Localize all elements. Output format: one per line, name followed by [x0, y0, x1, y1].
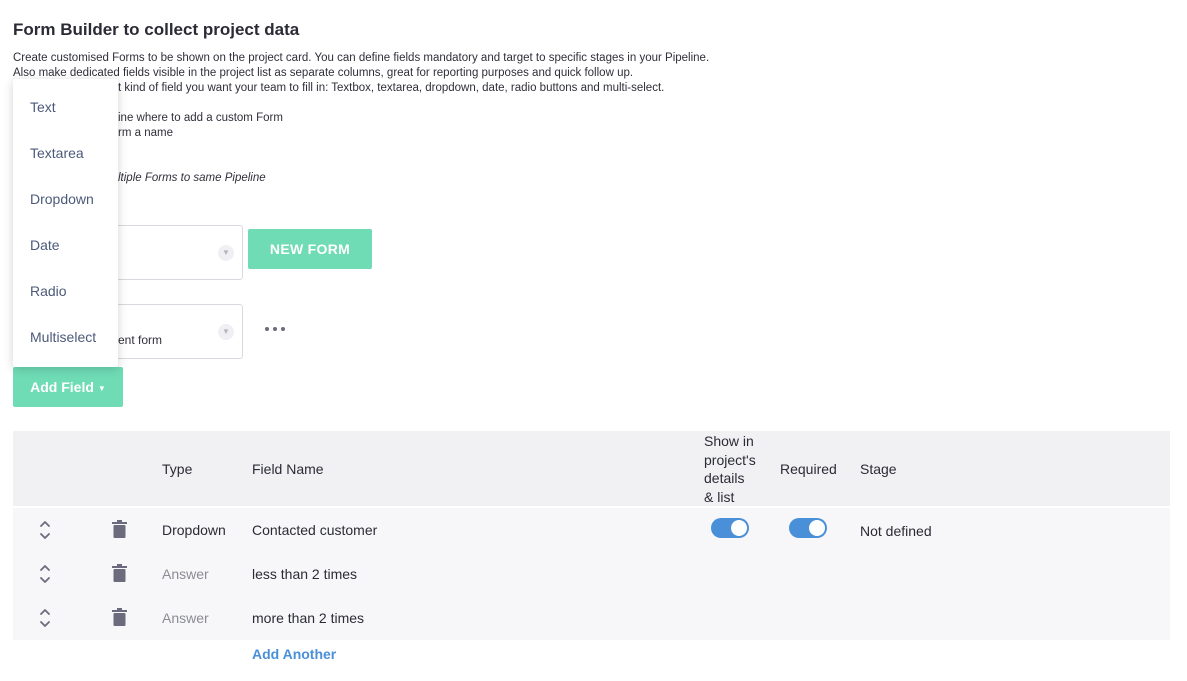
description-line: t kind of field you want your team to fi…: [118, 82, 665, 94]
trash-icon[interactable]: [112, 564, 127, 582]
more-options-icon[interactable]: [265, 322, 285, 336]
row-type: Dropdown: [162, 522, 226, 538]
row-field-name: Contacted customer: [252, 522, 378, 538]
trash-icon[interactable]: [112, 520, 127, 538]
column-header-type: Type: [162, 461, 193, 477]
row-stage: Not defined: [860, 523, 932, 539]
chevron-down-icon: ▼: [218, 245, 234, 261]
description-line: Create customised Forms to be shown on t…: [13, 52, 710, 64]
caret-down-icon: ▼: [97, 383, 106, 393]
add-field-label: Add Field: [30, 379, 94, 395]
add-another-link[interactable]: Add Another: [252, 646, 336, 662]
field-type-menu: Text Textarea Dropdown Date Radio Multis…: [13, 79, 118, 367]
row-type: Answer: [162, 566, 209, 582]
menu-item-multiselect[interactable]: Multiselect: [30, 329, 96, 345]
menu-item-dropdown[interactable]: Dropdown: [30, 191, 94, 207]
header-line: Show in: [704, 433, 754, 449]
description-line: rm a name: [118, 127, 173, 139]
row-field-name: more than 2 times: [252, 610, 365, 626]
column-header-stage: Stage: [860, 461, 897, 477]
menu-item-text[interactable]: Text: [30, 99, 56, 115]
menu-item-radio[interactable]: Radio: [30, 283, 67, 299]
header-line: project's: [704, 451, 756, 468]
row-field-name: less than 2 times: [252, 566, 358, 582]
header-line: & list: [704, 488, 735, 505]
description-line: Also make dedicated fields visible in th…: [13, 67, 634, 79]
description-note: ltiple Forms to same Pipeline: [118, 172, 266, 184]
trash-icon[interactable]: [112, 608, 127, 626]
show-in-list-toggle[interactable]: [711, 518, 749, 538]
header-line: details: [704, 470, 745, 486]
column-header-show-in-list: Show in project's details & list: [704, 432, 756, 506]
column-header-required: Required: [780, 461, 837, 477]
description-line: ine where to add a custom Form: [118, 112, 283, 124]
form-select-value: ent form: [118, 333, 163, 347]
chevron-down-icon: ▼: [218, 324, 234, 340]
required-toggle[interactable]: [789, 518, 827, 538]
menu-item-textarea[interactable]: Textarea: [30, 145, 84, 161]
drag-handle-icon[interactable]: [39, 563, 51, 585]
add-field-button[interactable]: Add Field ▼: [13, 367, 123, 407]
column-header-field-name: Field Name: [252, 461, 324, 477]
page-title: Form Builder to collect project data: [13, 20, 300, 39]
row-type: Answer: [162, 610, 209, 626]
drag-handle-icon[interactable]: [39, 519, 51, 541]
drag-handle-icon[interactable]: [39, 607, 51, 629]
new-form-button[interactable]: NEW FORM: [248, 229, 372, 269]
menu-item-date[interactable]: Date: [30, 237, 60, 253]
